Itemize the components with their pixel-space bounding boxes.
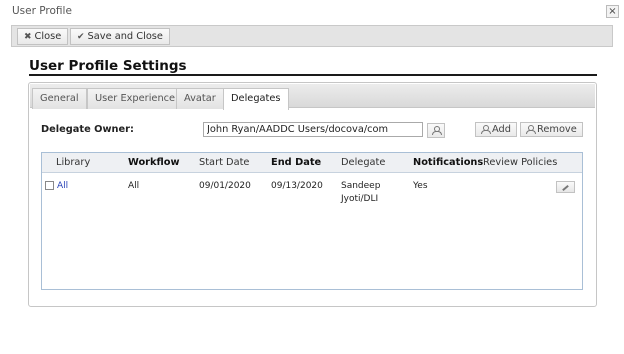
delegates-table: Library Workflow Start Date End Date Del… bbox=[41, 152, 583, 290]
column-header-start-date[interactable]: Start Date bbox=[199, 157, 249, 168]
workflow-cell: All bbox=[128, 181, 140, 191]
column-header-workflow[interactable]: Workflow bbox=[128, 157, 180, 168]
table-header: Library Workflow Start Date End Date Del… bbox=[42, 153, 582, 173]
end-date-cell: 09/13/2020 bbox=[271, 181, 323, 191]
delegate-cell-line2: Jyoti/DLI bbox=[341, 194, 379, 204]
tab-general[interactable]: General bbox=[32, 88, 87, 109]
close-button-label: Close bbox=[34, 31, 62, 42]
x-icon: ✖ bbox=[24, 32, 32, 42]
edit-row-button[interactable] bbox=[556, 181, 575, 193]
checkmark-icon: ✔ bbox=[77, 32, 85, 42]
title-divider bbox=[29, 74, 597, 76]
tab-user-experience[interactable]: User Experience bbox=[87, 88, 184, 109]
select-owner-button[interactable] bbox=[427, 123, 445, 138]
dialog-title-bar: User Profile × bbox=[0, 0, 624, 22]
tab-delegates[interactable]: Delegates bbox=[223, 88, 289, 110]
tab-strip: General User Experience Avatar Delegates bbox=[30, 84, 595, 110]
column-header-library[interactable]: Library bbox=[56, 157, 90, 168]
library-link[interactable]: All bbox=[57, 181, 68, 191]
person-icon bbox=[481, 125, 491, 134]
person-icon bbox=[432, 126, 442, 135]
row-checkbox[interactable] bbox=[45, 181, 54, 190]
add-button[interactable]: Add bbox=[475, 122, 517, 137]
close-icon[interactable]: × bbox=[606, 5, 619, 18]
column-header-end-date[interactable]: End Date bbox=[271, 157, 321, 168]
add-button-label: Add bbox=[492, 124, 511, 135]
pencil-icon bbox=[562, 184, 569, 192]
save-and-close-button[interactable]: ✔ Save and Close bbox=[70, 28, 170, 45]
toolbar: ✖ Close ✔ Save and Close bbox=[11, 25, 613, 47]
column-header-review-policies[interactable]: Review Policies bbox=[483, 157, 557, 168]
start-date-cell: 09/01/2020 bbox=[199, 181, 251, 191]
remove-button[interactable]: Remove bbox=[520, 122, 583, 137]
close-button[interactable]: ✖ Close bbox=[17, 28, 69, 45]
column-header-delegate[interactable]: Delegate bbox=[341, 157, 385, 168]
delegate-cell-line1: Sandeep bbox=[341, 181, 381, 191]
column-header-notifications[interactable]: Notifications bbox=[413, 157, 483, 168]
dialog-title: User Profile bbox=[12, 5, 72, 17]
tab-avatar[interactable]: Avatar bbox=[176, 88, 224, 109]
delegate-owner-label: Delegate Owner: bbox=[41, 124, 134, 135]
delegate-owner-input[interactable] bbox=[203, 122, 423, 137]
notifications-cell: Yes bbox=[413, 181, 428, 191]
page-title: User Profile Settings bbox=[29, 58, 187, 74]
remove-button-label: Remove bbox=[537, 124, 577, 135]
person-icon bbox=[526, 125, 536, 134]
save-and-close-label: Save and Close bbox=[87, 31, 163, 42]
